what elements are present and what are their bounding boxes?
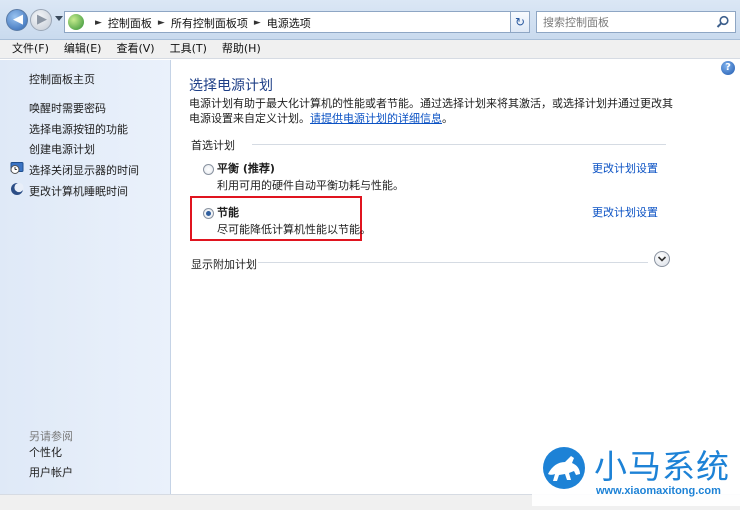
menu-view[interactable]: 查看(V) [116,40,154,58]
main-content: ? 选择电源计划 电源计划有助于最大化计算机的性能或者节能。通过选择计划来将其激… [172,60,740,494]
plan-power-saver-description: 尽可能降低计算机性能以节能。 [217,223,371,236]
preferred-plans-heading: 首选计划 [191,139,235,152]
search-icon[interactable] [716,15,730,29]
watermark: 小马系统 www.xiaomaxitong.com [532,438,740,506]
menu-tools[interactable]: 工具(T) [170,40,207,58]
plan-power-saver-name[interactable]: 节能 [217,204,239,220]
change-sleep-time-link[interactable]: 更改计算机睡眠时间 [29,183,128,199]
plan-balanced-radio[interactable] [203,164,214,175]
page-title: 选择电源计划 [189,78,273,94]
description-end: 。 [442,112,453,125]
watermark-brand: 小马系统 [594,447,730,486]
breadcrumb: ► 控制面板 ► 所有控制面板项 ► 电源选项 [89,15,311,31]
control-panel-home-link[interactable]: 控制面板主页 [29,71,95,87]
search-input[interactable] [543,14,713,30]
plan-power-saver-radio[interactable] [203,208,214,219]
control-panel-icon [68,14,84,30]
search-box[interactable] [536,11,736,33]
address-bar-area: ◀ ▶ ► 控制面板 ► 所有控制面板项 ► 电源选项 ↻ [0,0,740,40]
personalization-link[interactable]: 个性化 [29,444,62,460]
power-button-function-link[interactable]: 选择电源按钮的功能 [29,121,128,137]
menu-edit[interactable]: 编辑(E) [64,40,102,58]
expand-additional-plans-button[interactable] [654,251,670,267]
refresh-icon: ↻ [514,15,526,29]
breadcrumb-separator-icon: ► [95,18,102,28]
sleep-moon-icon [11,182,24,195]
breadcrumb-separator-icon[interactable]: ► [254,18,261,28]
left-task-pane: 控制面板主页 唤醒时需要密码 选择电源按钮的功能 创建电源计划 选择关闭显示器的… [0,60,171,494]
plan-balanced-description: 利用可用的硬件自动平衡功耗与性能。 [217,179,404,192]
horse-logo-icon [543,447,585,489]
menu-file[interactable]: 文件(F) [12,40,49,58]
breadcrumb-item-power-options[interactable]: 电源选项 [267,15,311,31]
recent-pages-dropdown-icon[interactable] [55,16,63,21]
chevron-down-icon [657,256,667,262]
require-password-on-wake-link[interactable]: 唤醒时需要密码 [29,100,106,116]
refresh-button[interactable]: ↻ [510,11,530,33]
forward-button[interactable]: ▶ [30,9,52,31]
breadcrumb-separator-icon[interactable]: ► [158,18,165,28]
show-additional-plans-label[interactable]: 显示附加计划 [191,256,257,272]
breadcrumb-item-all-items[interactable]: 所有控制面板项 [171,15,248,31]
display-off-clock-icon [10,162,24,174]
user-accounts-link[interactable]: 用户帐户 [29,464,73,480]
menu-bar: 文件(F) 编辑(E) 查看(V) 工具(T) 帮助(H) [0,40,740,59]
display-off-time-link[interactable]: 选择关闭显示器的时间 [29,162,139,178]
breadcrumb-item-control-panel[interactable]: 控制面板 [108,15,152,31]
plan-balanced-name[interactable]: 平衡 (推荐) [217,160,275,176]
create-power-plan-link[interactable]: 创建电源计划 [29,141,95,157]
back-button[interactable]: ◀ [6,9,28,31]
power-plan-details-link[interactable]: 请提供电源计划的详细信息 [310,112,442,125]
watermark-url: www.xiaomaxitong.com [596,485,721,497]
back-arrow-icon: ◀ [13,12,23,27]
menu-help[interactable]: 帮助(H) [222,40,261,58]
section-divider [252,144,666,145]
plan-balanced-change-settings-link[interactable]: 更改计划设置 [592,160,658,176]
address-field[interactable]: ► 控制面板 ► 所有控制面板项 ► 电源选项 [64,11,528,33]
additional-plans-divider [258,262,648,263]
plan-power-saver-change-settings-link[interactable]: 更改计划设置 [592,204,658,220]
see-also-heading: 另请参阅 [29,430,73,443]
page-description: 电源计划有助于最大化计算机的性能或者节能。通过选择计划来将其激活，或选择计划并通… [189,96,674,126]
forward-arrow-icon: ▶ [37,12,47,27]
help-icon[interactable]: ? [721,61,735,75]
